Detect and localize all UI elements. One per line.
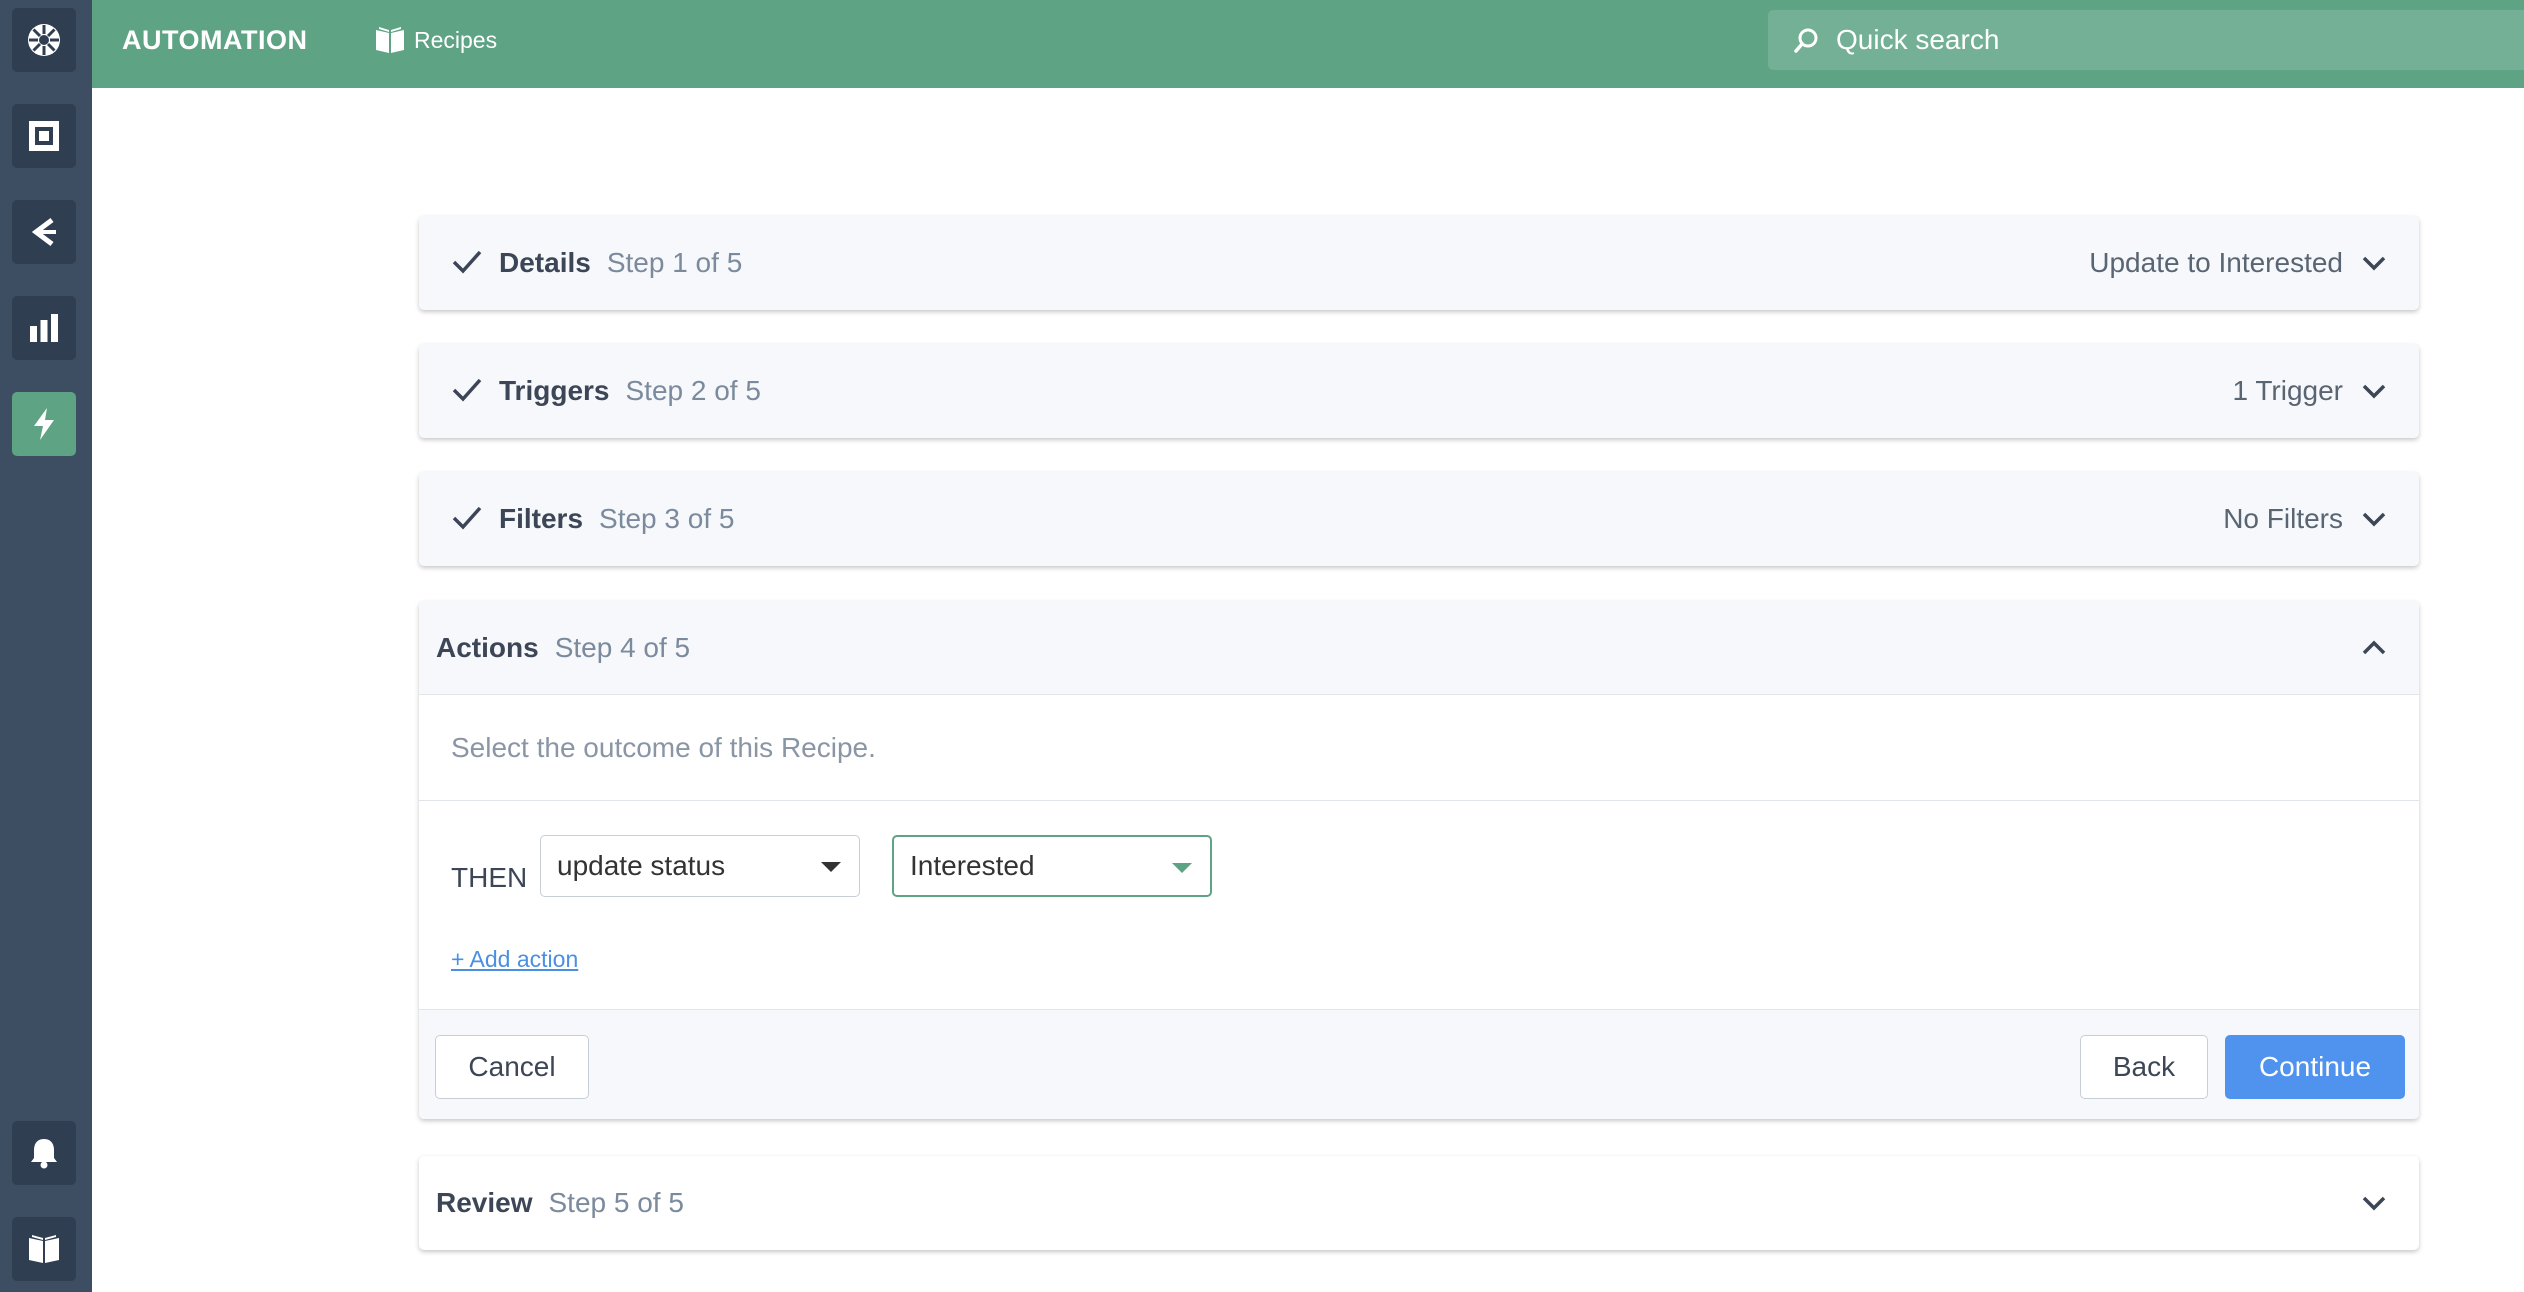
lightning-icon <box>34 408 54 440</box>
chevron-up-icon[interactable] <box>2359 633 2389 663</box>
status-value: Interested <box>910 850 1035 881</box>
left-icon-rail <box>0 0 92 1292</box>
check-icon <box>452 250 482 274</box>
top-bar: AUTOMATION Recipes <box>92 0 2524 88</box>
book-icon <box>29 1235 59 1263</box>
chevron-down-icon[interactable] <box>2359 376 2389 406</box>
rail-automation-button[interactable] <box>12 392 76 456</box>
step-filters-header[interactable]: Filters Step 3 of 5 No Filters <box>419 472 2419 566</box>
search-icon <box>1794 28 1818 53</box>
app-title: AUTOMATION <box>122 25 308 55</box>
step-summary: 1 Trigger <box>2232 375 2344 406</box>
step-title: Actions <box>436 632 539 663</box>
logo-icon <box>28 24 60 56</box>
step-number: Step 2 of 5 <box>625 375 761 406</box>
book-icon <box>376 27 404 53</box>
step-details-header[interactable]: Details Step 1 of 5 Update to Interested <box>419 216 2419 310</box>
bar-chart-icon <box>30 314 58 342</box>
action-row: THEN update status Interested + Add acti… <box>419 801 2419 1009</box>
step-actions-header[interactable]: Actions Step 4 of 5 <box>419 601 2419 695</box>
step-title: Review <box>436 1187 533 1218</box>
add-action-link[interactable]: + Add action <box>451 946 578 973</box>
step-footer: Cancel Back Continue <box>419 1009 2419 1119</box>
app-logo-button[interactable] <box>12 8 76 72</box>
step-title: Filters <box>499 503 584 534</box>
then-label: THEN <box>451 862 528 893</box>
step-number: Step 5 of 5 <box>548 1187 684 1218</box>
rail-docs-button[interactable] <box>12 1217 76 1281</box>
chevron-down-icon[interactable] <box>2359 248 2389 278</box>
step-triggers-card[interactable]: Triggers Step 2 of 5 1 Trigger <box>419 344 2419 438</box>
step-review-card[interactable]: Review Step 5 of 5 <box>419 1156 2419 1250</box>
rail-dashboard-button[interactable] <box>12 104 76 168</box>
step-filters-card[interactable]: Filters Step 3 of 5 No Filters <box>419 472 2419 566</box>
caret-down-icon <box>821 862 841 872</box>
step-details-card[interactable]: Details Step 1 of 5 Update to Interested <box>419 216 2419 310</box>
chevron-down-icon[interactable] <box>2359 504 2389 534</box>
step-number: Step 3 of 5 <box>599 503 735 534</box>
chevron-left-icon <box>31 218 56 246</box>
step-summary: No Filters <box>2223 503 2343 534</box>
quick-search[interactable] <box>1768 10 2524 70</box>
step-review-header[interactable]: Review Step 5 of 5 <box>419 1156 2419 1250</box>
step-actions-card: Actions Step 4 of 5 Select the outcome o… <box>419 601 2419 1119</box>
step-summary: Update to Interested <box>2089 247 2343 278</box>
square-icon <box>29 121 59 151</box>
step-number: Step 4 of 5 <box>554 632 691 663</box>
status-select[interactable]: Interested <box>892 835 1212 897</box>
check-icon <box>452 506 482 530</box>
step-title: Details <box>499 247 591 278</box>
action-type-value: update status <box>557 850 726 881</box>
rail-notifications-button[interactable] <box>12 1121 76 1185</box>
bell-icon <box>31 1139 57 1169</box>
action-type-select[interactable]: update status <box>540 835 860 897</box>
nav-recipes-link[interactable]: Recipes <box>374 22 497 58</box>
continue-button[interactable]: Continue <box>2225 1035 2405 1099</box>
rail-reports-button[interactable] <box>12 296 76 360</box>
step-triggers-header[interactable]: Triggers Step 2 of 5 1 Trigger <box>419 344 2419 438</box>
step-title: Triggers <box>499 375 610 406</box>
caret-down-icon <box>1172 863 1192 873</box>
back-button[interactable]: Back <box>2080 1035 2208 1099</box>
chevron-down-icon[interactable] <box>2359 1188 2389 1218</box>
step-description: Select the outcome of this Recipe. <box>419 695 2419 801</box>
step-number: Step 1 of 5 <box>606 247 743 278</box>
cancel-button[interactable]: Cancel <box>435 1035 589 1099</box>
search-input[interactable] <box>1836 24 2436 56</box>
rail-back-button[interactable] <box>12 200 76 264</box>
nav-recipes-label: Recipes <box>414 26 498 53</box>
check-icon <box>452 378 482 402</box>
